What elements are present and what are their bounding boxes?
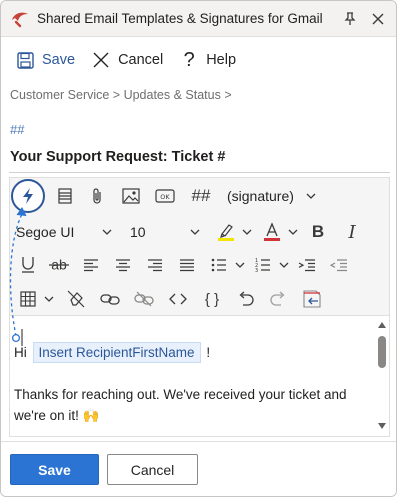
title-bar: Shared Email Templates & Signatures for … <box>1 1 396 37</box>
save-icon <box>15 50 35 70</box>
hash-icon[interactable]: ## <box>187 181 215 211</box>
close-icon[interactable] <box>364 5 392 33</box>
font-family-dropdown[interactable]: Segoe UI <box>16 217 116 247</box>
chevron-down-icon[interactable] <box>240 229 254 235</box>
svg-text:OK: OK <box>160 193 170 201</box>
chevron-down-icon[interactable] <box>233 262 247 268</box>
subject-field[interactable]: Your Support Request: Ticket # <box>9 141 390 173</box>
svg-text:3: 3 <box>255 268 258 273</box>
scroll-up-icon[interactable] <box>378 321 386 329</box>
breadcrumb[interactable]: Customer Service > Updates & Status > <box>10 88 232 102</box>
chevron-down-icon[interactable] <box>277 262 291 268</box>
chevron-down-icon <box>188 229 202 235</box>
scrollbar-thumb[interactable] <box>378 336 386 368</box>
window-title: Shared Email Templates & Signatures for … <box>37 11 323 26</box>
cancel-icon <box>91 50 111 70</box>
insert-macro-icon[interactable] <box>11 179 45 213</box>
app-logo-icon <box>9 8 31 30</box>
strikethrough-icon[interactable]: ab <box>45 250 73 280</box>
save-command[interactable]: Save <box>7 45 83 75</box>
justify-icon[interactable] <box>173 250 201 280</box>
recipient-name-placeholder[interactable]: Insert RecipientFirstName <box>32 342 201 363</box>
indent-icon[interactable] <box>293 250 321 280</box>
footer: Save Cancel <box>1 441 396 496</box>
underline-icon[interactable] <box>14 250 42 280</box>
outdent-icon[interactable] <box>325 250 353 280</box>
chevron-down-icon[interactable] <box>286 229 300 235</box>
editor-toolbar: OK ## (signature) Segoe UI 10 B I ab 1 2… <box>9 177 390 315</box>
signature-dropdown-label: (signature) <box>227 188 294 204</box>
attach-icon[interactable] <box>83 181 111 211</box>
font-size-value: 10 <box>130 224 146 240</box>
insert-html-icon[interactable] <box>298 284 326 314</box>
pin-icon[interactable] <box>336 5 364 33</box>
font-size-dropdown[interactable]: 10 <box>130 217 202 247</box>
help-command[interactable]: ? Help <box>171 45 244 75</box>
toolbar-row-4: { } <box>14 282 326 316</box>
toolbar-row-1: OK ## (signature) <box>11 179 322 213</box>
greeting-line: Hi Insert RecipientFirstName ! <box>14 342 370 363</box>
clear-format-icon[interactable] <box>62 284 90 314</box>
link-icon[interactable] <box>96 284 124 314</box>
signature-dropdown[interactable]: (signature) <box>223 181 322 211</box>
redo-icon[interactable] <box>264 284 292 314</box>
message-editor[interactable]: Hi Insert RecipientFirstName ! Thanks fo… <box>9 315 390 437</box>
image-icon[interactable] <box>117 181 145 211</box>
chevron-down-icon <box>100 229 114 235</box>
align-left-icon[interactable] <box>77 250 105 280</box>
chevron-down-icon[interactable] <box>42 296 56 302</box>
cancel-command-label: Cancel <box>118 52 164 68</box>
editor-scrollbar[interactable] <box>375 316 389 436</box>
app-window: Shared Email Templates & Signatures for … <box>0 0 397 497</box>
chevron-down-icon <box>304 193 318 199</box>
paragraph-icon[interactable] <box>51 181 79 211</box>
highlight-icon[interactable] <box>212 217 240 247</box>
message-paragraph: Thanks for reaching out. We've received … <box>14 387 347 423</box>
unlink-icon[interactable] <box>130 284 158 314</box>
help-command-label: Help <box>206 52 237 68</box>
code-view-icon[interactable] <box>164 284 192 314</box>
ok-button-icon[interactable]: OK <box>151 181 179 211</box>
italic-button[interactable]: I <box>338 217 366 247</box>
cancel-command[interactable]: Cancel <box>83 45 171 75</box>
undo-icon[interactable] <box>232 284 260 314</box>
align-center-icon[interactable] <box>109 250 137 280</box>
message-body[interactable]: Hi Insert RecipientFirstName ! Thanks fo… <box>14 342 370 426</box>
save-button[interactable]: Save <box>10 454 99 485</box>
save-command-label: Save <box>42 52 76 68</box>
numbered-list-icon[interactable]: 123 <box>249 250 277 280</box>
command-bar: Save Cancel ? Help <box>7 45 244 75</box>
toolbar-row-3: ab 123 <box>14 248 353 282</box>
align-right-icon[interactable] <box>141 250 169 280</box>
font-family-value: Segoe UI <box>16 224 75 240</box>
font-color-icon[interactable] <box>258 217 286 247</box>
bullet-list-icon[interactable] <box>205 250 233 280</box>
braces-icon[interactable]: { } <box>198 284 226 314</box>
greeting-text: Hi <box>14 345 27 360</box>
help-icon: ? <box>183 48 195 71</box>
table-icon[interactable] <box>14 284 42 314</box>
bold-button[interactable]: B <box>304 217 332 247</box>
scroll-down-icon[interactable] <box>378 422 386 430</box>
toolbar-row-2: Segoe UI 10 B I <box>16 215 366 249</box>
template-shortcut[interactable]: ## <box>10 122 24 137</box>
cancel-button[interactable]: Cancel <box>107 454 198 485</box>
greeting-punctuation: ! <box>206 345 211 360</box>
